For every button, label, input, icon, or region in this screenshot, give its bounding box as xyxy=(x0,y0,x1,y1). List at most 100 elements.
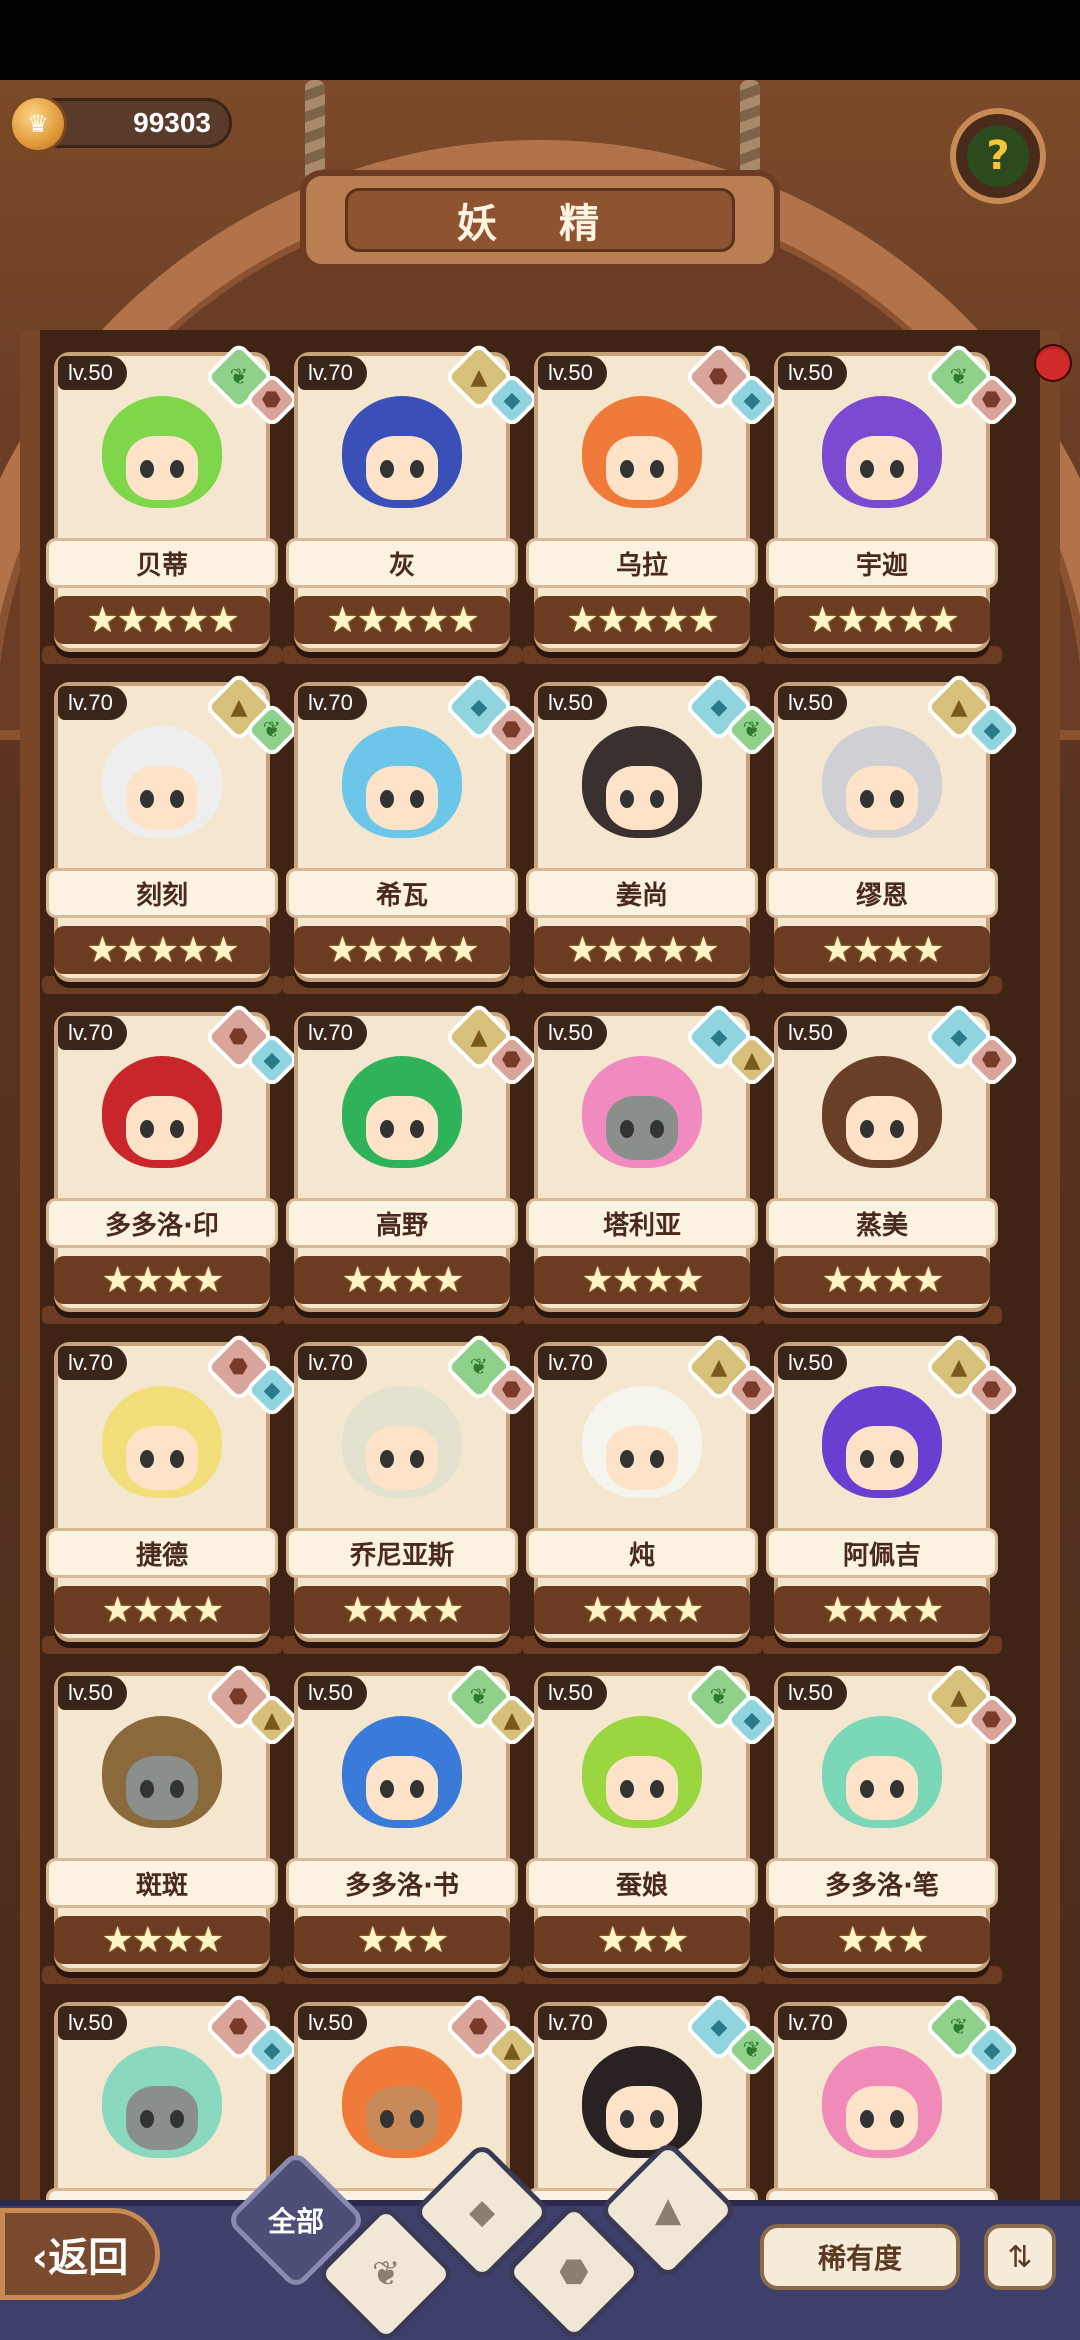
fairy-face xyxy=(366,1756,438,1820)
fairy-eye xyxy=(380,1450,394,1468)
fairy-card[interactable]: lv.70 ▲ ◆ 灰 ★★★★★ xyxy=(282,341,541,672)
fairy-name: 蚕娘 xyxy=(526,1858,758,1908)
level-badge: lv.70 xyxy=(58,1016,127,1050)
star-rating: ★★★★ xyxy=(534,1256,750,1304)
fairy-portrait xyxy=(82,1380,242,1530)
fairy-card[interactable]: lv.70 ▲ ⬣ 炖 ★★★★ xyxy=(522,1331,781,1662)
fairy-eye xyxy=(890,790,904,808)
fairy-card[interactable]: lv.50 ▲ ⬣ 阿佩吉 ★★★★ xyxy=(762,1331,1021,1662)
fairy-eye xyxy=(410,790,424,808)
fairy-hair xyxy=(102,396,222,508)
fairy-card[interactable]: lv.50 ❦ ⬣ 贝蒂 ★★★★★ xyxy=(42,341,301,672)
star-rating: ★★★ xyxy=(534,1916,750,1964)
level-badge: lv.70 xyxy=(298,686,367,720)
fairy-card[interactable]: lv.70 ▲ ⬣ 高野 ★★★★ xyxy=(282,1001,541,1332)
fairy-card[interactable]: lv.70 ❦ ⬣ 乔尼亚斯 ★★★★ xyxy=(282,1331,541,1662)
title-sign: 妖 精 xyxy=(300,170,780,270)
rock-icon: ⬣ xyxy=(502,1047,522,1073)
sort-order-button[interactable]: ⇅ xyxy=(984,2224,1056,2290)
fairy-portrait xyxy=(802,1050,962,1200)
fairy-card[interactable]: lv.50 ❦ ▲ 多多洛·书 ★★★ xyxy=(282,1661,541,1992)
fairy-card[interactable]: lv.70 ⬣ ◆ 多多洛·印 ★★★★ xyxy=(42,1001,301,1332)
fairy-hair xyxy=(822,1056,942,1168)
level-badge: lv.50 xyxy=(58,2006,127,2040)
mountain-icon: ▲ xyxy=(654,2190,682,2230)
fairy-name: 多多洛·书 xyxy=(286,1858,518,1908)
star-rating: ★★★ xyxy=(774,1916,990,1964)
currency-display[interactable]: ♛ 99303 xyxy=(9,95,232,153)
fairy-eye xyxy=(890,460,904,478)
fairy-eye xyxy=(650,1780,664,1798)
star-rating: ★★★★ xyxy=(54,1586,270,1634)
water-icon: ◆ xyxy=(470,694,488,720)
fairy-name: 乌拉 xyxy=(526,538,758,588)
fairy-card[interactable]: lv.50 ◆ ❦ 姜尚 ★★★★★ xyxy=(522,671,781,1002)
star-rating: ★★★★★ xyxy=(294,596,510,644)
fairy-eye xyxy=(860,1450,874,1468)
back-button[interactable]: ‹返回 xyxy=(0,2208,160,2300)
fairy-name: 阿佩吉 xyxy=(766,1528,998,1578)
earth-icon: ▲ xyxy=(263,1707,281,1733)
fairy-hair xyxy=(102,726,222,838)
fairy-eye xyxy=(380,1780,394,1798)
fairy-eye xyxy=(380,460,394,478)
fairy-card[interactable]: lv.50 ❦ ◆ 蚕娘 ★★★ xyxy=(522,1661,781,1992)
fairy-eye xyxy=(860,790,874,808)
fairy-eye xyxy=(170,1780,184,1798)
star-rating: ★★★★★ xyxy=(774,596,990,644)
fairy-name: 贝蒂 xyxy=(46,538,278,588)
fairy-face xyxy=(606,436,678,500)
level-badge: lv.50 xyxy=(778,686,847,720)
fairy-eye xyxy=(860,460,874,478)
fairy-name: 希瓦 xyxy=(286,868,518,918)
fairy-eye xyxy=(170,1450,184,1468)
fairy-eye xyxy=(140,1120,154,1138)
fairy-eye xyxy=(890,2110,904,2128)
plant-icon: ❦ xyxy=(469,1354,489,1380)
fairy-card[interactable]: lv.50 ❦ ⬣ 宇迦 ★★★★★ xyxy=(762,341,1021,672)
level-badge: lv.50 xyxy=(298,2006,367,2040)
water-icon: ◆ xyxy=(710,2014,728,2040)
fairy-hair xyxy=(342,1386,462,1498)
fairy-face xyxy=(846,766,918,830)
fairy-eye xyxy=(140,460,154,478)
fairy-name: 高野 xyxy=(286,1198,518,1248)
star-rating: ★★★★★ xyxy=(54,926,270,974)
plant-icon: ❦ xyxy=(709,1684,729,1710)
level-badge: lv.50 xyxy=(778,356,847,390)
fairy-card[interactable]: lv.50 ◆ ▲ 塔利亚 ★★★★ xyxy=(522,1001,781,1332)
star-rating: ★★★★ xyxy=(294,1256,510,1304)
water-icon: ◆ xyxy=(950,1024,968,1050)
fairy-eye xyxy=(620,790,634,808)
fairy-portrait xyxy=(802,2040,962,2190)
fairy-portrait xyxy=(562,390,722,540)
fairy-portrait xyxy=(562,1050,722,1200)
star-rating: ★★★★ xyxy=(774,926,990,974)
fairy-card[interactable]: lv.50 ▲ ◆ 缪恩 ★★★★ xyxy=(762,671,1021,1002)
fairy-card[interactable]: lv.70 ◆ ⬣ 希瓦 ★★★★★ xyxy=(282,671,541,1002)
fairy-hair xyxy=(342,726,462,838)
fairy-eye xyxy=(890,1450,904,1468)
fairy-eye xyxy=(380,1120,394,1138)
fairy-face xyxy=(366,766,438,830)
fairy-hair xyxy=(342,396,462,508)
fairy-portrait xyxy=(562,1380,722,1530)
fairy-hair xyxy=(582,726,702,838)
fairy-card[interactable]: lv.50 ▲ ⬣ 多多洛·笔 ★★★ xyxy=(762,1661,1021,1992)
fairy-card[interactable]: lv.50 ⬣ ▲ 斑斑 ★★★★ xyxy=(42,1661,301,1992)
fairy-card[interactable]: lv.50 ◆ ⬣ 蒸美 ★★★★ xyxy=(762,1001,1021,1332)
fairy-portrait xyxy=(322,720,482,870)
question-sprout-icon: ? xyxy=(967,125,1029,187)
plant-icon: ❦ xyxy=(949,2014,969,2040)
fairy-hair xyxy=(822,2046,942,2158)
fairy-face xyxy=(126,1096,198,1160)
fairy-card[interactable]: lv.50 ⬣ ◆ 乌拉 ★★★★★ xyxy=(522,341,781,672)
sort-rarity-button[interactable]: 稀有度 xyxy=(760,2224,960,2290)
water-icon: ◆ xyxy=(743,387,761,413)
help-button[interactable]: ? xyxy=(950,108,1046,204)
filter-all-label: 全部 xyxy=(267,2204,325,2238)
fairy-card[interactable]: lv.70 ⬣ ◆ 捷德 ★★★★ xyxy=(42,1331,301,1662)
fairy-card[interactable]: lv.70 ▲ ❦ 刻刻 ★★★★★ xyxy=(42,671,301,1002)
fairy-eye xyxy=(620,1450,634,1468)
level-badge: lv.70 xyxy=(538,1346,607,1380)
